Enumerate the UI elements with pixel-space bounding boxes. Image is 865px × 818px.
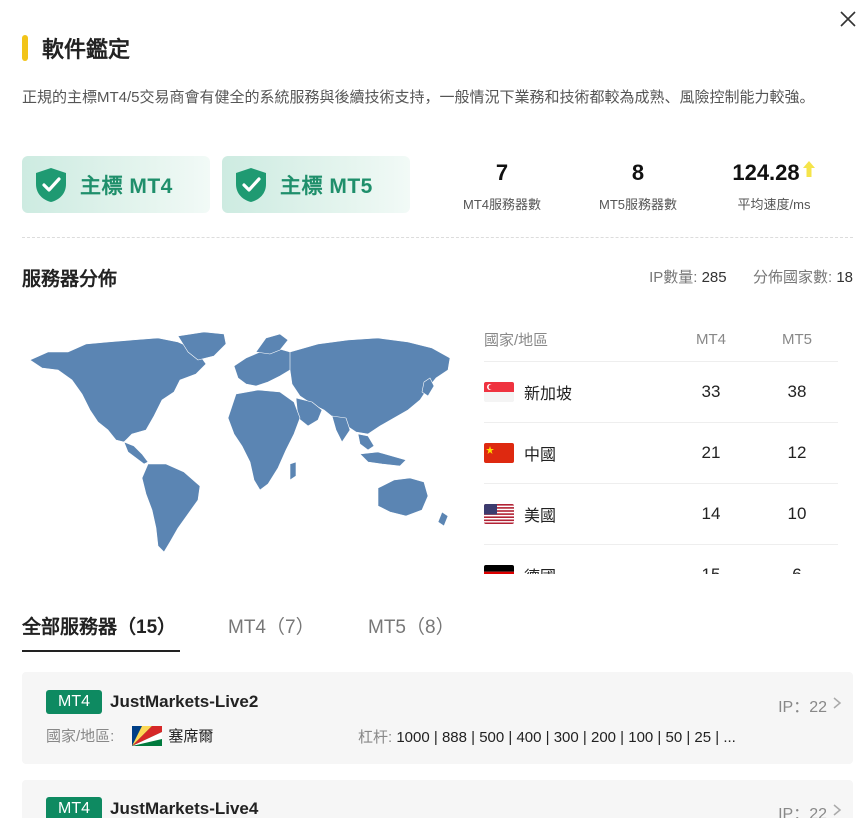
badge-mt4: 主標 MT4 bbox=[22, 156, 210, 213]
tab-mt5[interactable]: MT5（8） bbox=[368, 612, 455, 652]
description: 正規的主標MT4/5交易商會有健全的系統服務與後續技術支持，一般情況下業務和技術… bbox=[22, 89, 815, 106]
stat-label: 平均速度/ms bbox=[737, 197, 811, 212]
header-mt5: MT5 bbox=[782, 331, 812, 348]
leverage-value: 1000 | 888 | 500 | 400 | 300 | 200 | 100… bbox=[396, 729, 736, 746]
server-region: 國家/地區: 塞席爾 bbox=[46, 725, 213, 746]
mt5-count: 10 bbox=[787, 504, 807, 523]
stat-value: 8 bbox=[631, 160, 645, 185]
country-count-label: 分佈國家數: bbox=[752, 269, 833, 286]
chevron-right-icon bbox=[833, 697, 842, 709]
server-card[interactable]: MT4 JustMarkets-Live2 IP：22 國家/地區: 塞席爾 杠… bbox=[22, 672, 853, 764]
country-table: 國家/地區 MT4 MT5 新加坡 33 38 中國 21 12 美國 14 1… bbox=[484, 318, 838, 574]
tab-all-servers[interactable]: 全部服務器（15） bbox=[22, 612, 180, 652]
stat-label: MT5服務器數 bbox=[598, 197, 677, 212]
chevron-right-icon bbox=[833, 804, 842, 816]
map-africa bbox=[227, 389, 301, 491]
map-australia bbox=[377, 477, 429, 517]
divider bbox=[22, 237, 853, 238]
country-table-header: 國家/地區 MT4 MT5 bbox=[484, 318, 838, 362]
country-name: 德國 bbox=[524, 563, 556, 574]
server-card[interactable]: MT4 JustMarkets-Live4 IP：22 bbox=[22, 780, 853, 818]
country-row-china: 中國 21 12 bbox=[484, 423, 838, 484]
distribution-summary: IP數量: 285 分佈國家數: 18 bbox=[649, 266, 853, 287]
title-accent-bar bbox=[22, 35, 28, 61]
stat-value: 7 bbox=[495, 160, 509, 185]
badge-label: 主標 MT5 bbox=[280, 174, 373, 198]
country-row-singapore: 新加坡 33 38 bbox=[484, 362, 838, 423]
server-leverage: 杠杆: 1000 | 888 | 500 | 400 | 300 | 200 |… bbox=[358, 726, 736, 747]
badge-label: 主標 MT4 bbox=[80, 174, 173, 198]
server-type-tag: MT4 bbox=[46, 797, 102, 818]
world-map bbox=[29, 331, 451, 553]
country-name: 中國 bbox=[524, 447, 557, 464]
map-europe bbox=[233, 347, 297, 387]
country-row-usa: 美國 14 10 bbox=[484, 484, 838, 545]
usa-flag-icon bbox=[484, 504, 514, 524]
stat-label: MT4服務器數 bbox=[462, 197, 541, 212]
map-new-zealand bbox=[437, 511, 449, 527]
mt5-count: 6 bbox=[756, 565, 838, 574]
stat-value: 124.28 bbox=[732, 160, 800, 185]
page-title: 軟件鑑定 bbox=[42, 37, 131, 62]
china-flag-icon bbox=[484, 443, 514, 463]
region-label: 國家/地區: bbox=[46, 728, 115, 745]
country-name: 美國 bbox=[524, 508, 557, 525]
server-tabs: 全部服務器（15） MT4（7） MT5（8） bbox=[22, 612, 853, 652]
map-se-asia bbox=[357, 433, 375, 451]
server-ip-count: IP：22 bbox=[778, 699, 827, 716]
header-country: 國家/地區 bbox=[484, 332, 549, 349]
country-row-germany: 德國 15 6 bbox=[484, 545, 838, 574]
badge-mt5: 主標 MT5 bbox=[222, 156, 410, 213]
map-north-america bbox=[29, 337, 207, 443]
close-icon bbox=[840, 11, 856, 27]
shield-check-icon bbox=[36, 167, 66, 202]
arrow-up-icon bbox=[802, 161, 815, 177]
server-name: JustMarkets-Live2 bbox=[110, 692, 259, 711]
singapore-flag-icon bbox=[484, 382, 514, 402]
tab-mt4[interactable]: MT4（7） bbox=[228, 612, 315, 652]
shield-check-icon bbox=[236, 167, 266, 202]
map-central-america bbox=[123, 441, 149, 465]
mt4-count: 21 bbox=[701, 443, 721, 462]
close-button[interactable] bbox=[839, 10, 863, 34]
section-header: 軟件鑑定 bbox=[22, 32, 130, 64]
server-ip-count: IP：22 bbox=[778, 806, 827, 818]
header-mt4: MT4 bbox=[696, 331, 726, 348]
country-name: 新加坡 bbox=[524, 386, 573, 403]
mt5-count: 12 bbox=[787, 443, 807, 462]
ip-count: 285 bbox=[701, 269, 727, 286]
ip-count-label: IP數量: bbox=[649, 269, 698, 286]
region-value: 塞席爾 bbox=[168, 728, 214, 745]
distribution-title: 服務器分佈 bbox=[22, 269, 118, 290]
country-count: 18 bbox=[836, 269, 853, 286]
mt5-count: 38 bbox=[787, 382, 807, 401]
mt4-count: 33 bbox=[701, 382, 721, 401]
seychelles-flag-icon bbox=[132, 725, 163, 746]
germany-flag-icon bbox=[484, 565, 514, 574]
map-south-america bbox=[141, 463, 201, 553]
map-madagascar bbox=[289, 461, 297, 481]
leverage-label: 杠杆: bbox=[358, 729, 393, 746]
map-indonesia bbox=[359, 451, 407, 467]
server-name: JustMarkets-Live4 bbox=[110, 799, 259, 818]
mt4-count: 15 bbox=[666, 565, 756, 574]
stat-mt5-servers: 8 MT5服務器數 bbox=[588, 158, 688, 213]
stat-mt4-servers: 7 MT4服務器數 bbox=[452, 158, 552, 213]
mt4-count: 14 bbox=[701, 504, 721, 523]
server-type-tag: MT4 bbox=[46, 690, 102, 714]
stat-avg-speed: 124.28 平均速度/ms bbox=[718, 158, 830, 213]
